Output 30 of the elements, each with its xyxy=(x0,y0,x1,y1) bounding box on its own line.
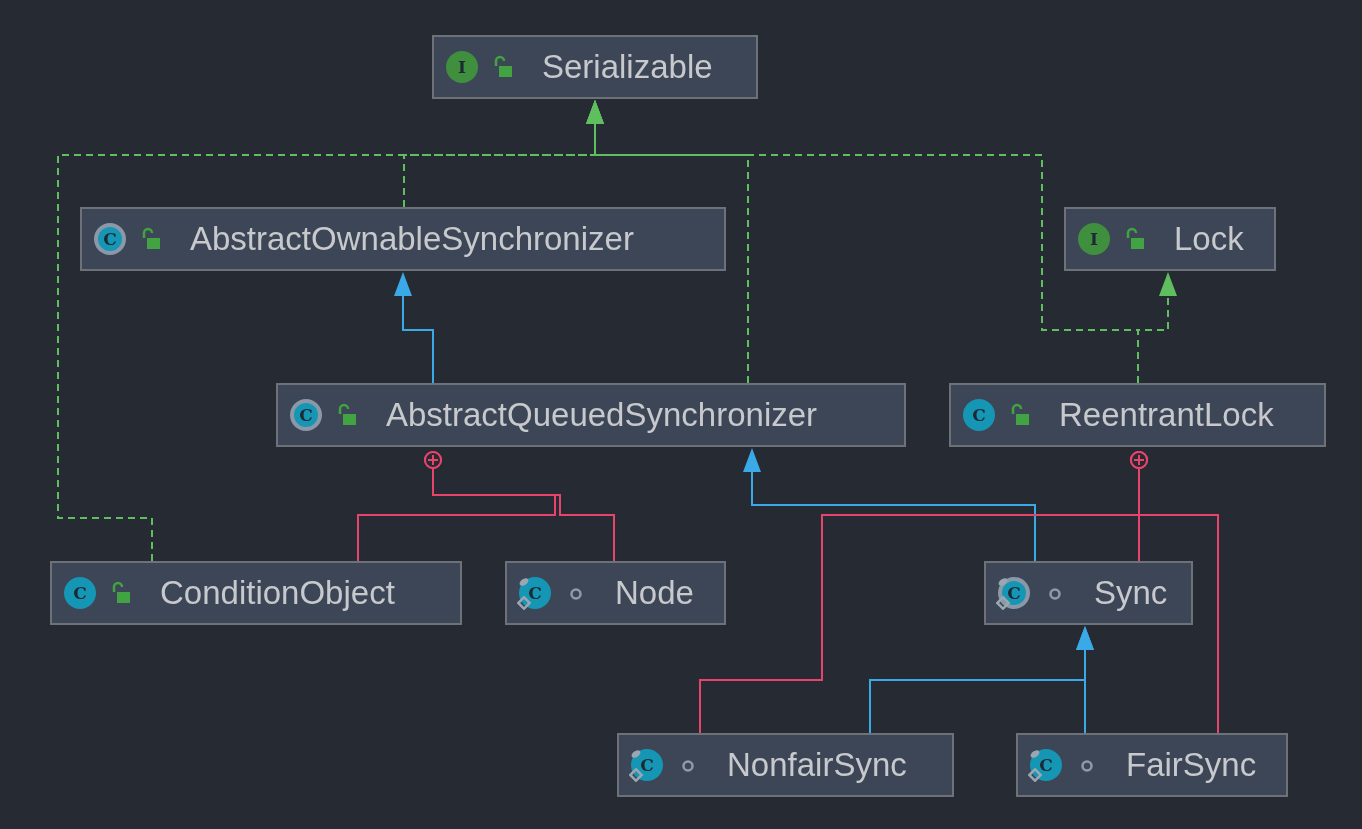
class-icon: C xyxy=(1028,748,1062,782)
class-node[interactable]: C NonfairSync xyxy=(617,733,954,797)
class-name: Lock xyxy=(1174,220,1244,258)
class-node[interactable]: C ReentrantLock xyxy=(949,383,1326,447)
class-name: NonfairSync xyxy=(727,746,907,784)
class-name: Node xyxy=(615,574,694,612)
class-name: AbstractQueuedSynchronizer xyxy=(386,396,818,434)
class-name: ReentrantLock xyxy=(1059,396,1274,434)
class-icon: C xyxy=(961,398,995,432)
class-icon: C xyxy=(62,576,96,610)
class-name: Serializable xyxy=(542,48,713,86)
class-node[interactable]: C AbstractOwnableSynchronizer xyxy=(80,207,726,271)
class-icon: C xyxy=(288,398,322,432)
class-icon: C xyxy=(996,576,1030,610)
class-node[interactable]: I Serializable xyxy=(432,35,758,99)
class-node[interactable]: C Node xyxy=(505,561,726,625)
class-node[interactable]: I Lock xyxy=(1064,207,1276,271)
class-node[interactable]: C AbstractQueuedSynchronizer xyxy=(276,383,906,447)
interface-icon: I xyxy=(1076,222,1110,256)
class-icon: C xyxy=(629,748,663,782)
class-node[interactable]: C FairSync xyxy=(1016,733,1288,797)
class-name: Sync xyxy=(1094,574,1168,612)
interface-icon: I xyxy=(444,50,478,84)
class-icon: C xyxy=(92,222,126,256)
class-icon: C xyxy=(517,576,551,610)
class-name: FairSync xyxy=(1126,746,1257,784)
class-name: AbstractOwnableSynchronizer xyxy=(190,220,634,258)
class-node[interactable]: C Sync xyxy=(984,561,1193,625)
class-node[interactable]: C ConditionObject xyxy=(50,561,462,625)
class-name: ConditionObject xyxy=(160,574,395,612)
